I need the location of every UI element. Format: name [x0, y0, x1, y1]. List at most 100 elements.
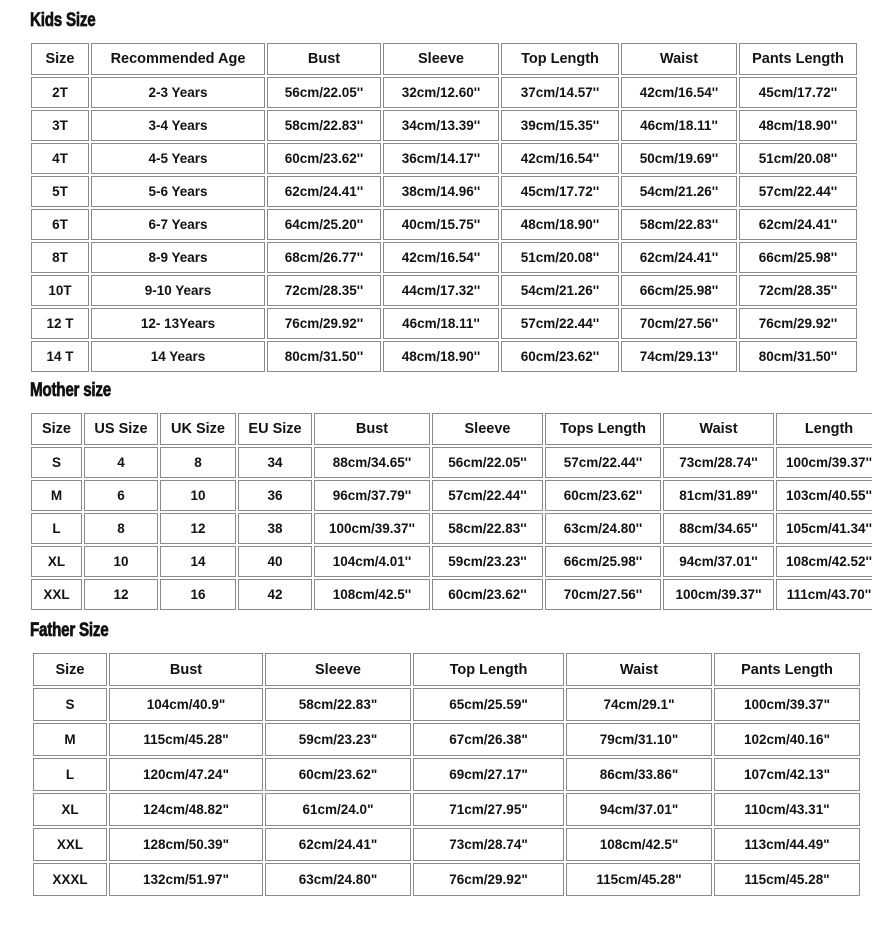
measurement-cell: 74cm/29.1" — [566, 688, 712, 721]
measurement-cell: 62cm/24.41'' — [621, 242, 737, 273]
measurement-cell: 6 — [84, 480, 158, 511]
measurement-cell: 115cm/45.28" — [109, 723, 263, 756]
column-header: Bust — [267, 43, 381, 75]
measurement-cell: 12- 13Years — [91, 308, 265, 339]
measurement-cell: 110cm/43.31" — [714, 793, 860, 826]
measurement-cell: 12 — [84, 579, 158, 610]
measurement-cell: 5-6 Years — [91, 176, 265, 207]
measurement-cell: 63cm/24.80'' — [545, 513, 661, 544]
size-chart-page: Kids Size Size Recommended Age Bust Slee… — [0, 0, 872, 926]
measurement-cell: 113cm/44.49" — [714, 828, 860, 861]
measurement-cell: 66cm/25.98'' — [739, 242, 857, 273]
measurement-cell: 81cm/31.89'' — [663, 480, 774, 511]
measurement-cell: 14 — [160, 546, 236, 577]
size-cell: 4T — [31, 143, 89, 174]
size-cell: S — [31, 447, 82, 478]
measurement-cell: 66cm/25.98'' — [621, 275, 737, 306]
size-cell: XL — [33, 793, 107, 826]
table-row: XL 124cm/48.82" 61cm/24.0" 71cm/27.95" 94cm/… — [33, 793, 860, 826]
size-cell: 2T — [31, 77, 89, 108]
measurement-cell: 32cm/12.60'' — [383, 77, 499, 108]
measurement-cell: 48cm/18.90'' — [501, 209, 619, 240]
mother-size-title: Mother size — [30, 380, 112, 402]
measurement-cell: 46cm/18.11'' — [383, 308, 499, 339]
measurement-cell: 103cm/40.55'' — [776, 480, 872, 511]
kids-size-title: Kids Size — [30, 10, 96, 32]
father-size-table: Size Bust Sleeve Top Length Waist Pants … — [31, 651, 862, 898]
measurement-cell: 60cm/23.62'' — [267, 143, 381, 174]
measurement-cell: 8-9 Years — [91, 242, 265, 273]
table-row: 14 T 14 Years 80cm/31.50'' 48cm/18.90'' 60cm… — [31, 341, 857, 372]
section-kids-size: Kids Size Size Recommended Age Bust Slee… — [0, 10, 872, 374]
size-cell: 12 T — [31, 308, 89, 339]
father-table-body: S 104cm/40.9" 58cm/22.83" 65cm/25.59" 74cm/2… — [33, 688, 860, 896]
measurement-cell: 108cm/42.5'' — [314, 579, 430, 610]
measurement-cell: 4 — [84, 447, 158, 478]
measurement-cell: 100cm/39.37'' — [314, 513, 430, 544]
measurement-cell: 58cm/22.83'' — [621, 209, 737, 240]
column-header: Size — [31, 43, 89, 75]
measurement-cell: 38cm/14.96'' — [383, 176, 499, 207]
measurement-cell: 57cm/22.44'' — [501, 308, 619, 339]
size-cell: XXXL — [33, 863, 107, 896]
measurement-cell: 46cm/18.11'' — [621, 110, 737, 141]
measurement-cell: 68cm/26.77'' — [267, 242, 381, 273]
measurement-cell: 45cm/17.72'' — [501, 176, 619, 207]
table-row: 5T 5-6 Years 62cm/24.41'' 38cm/14.96'' 45cm/… — [31, 176, 857, 207]
measurement-cell: 6-7 Years — [91, 209, 265, 240]
table-row: XL 10 14 40 104cm/4.01'' 59cm/23.23'' 66cm/25.… — [31, 546, 872, 577]
measurement-cell: 100cm/39.37'' — [663, 579, 774, 610]
measurement-cell: 56cm/22.05'' — [267, 77, 381, 108]
measurement-cell: 42 — [238, 579, 312, 610]
table-row: S 104cm/40.9" 58cm/22.83" 65cm/25.59" 74cm/2… — [33, 688, 860, 721]
measurement-cell: 70cm/27.56'' — [545, 579, 661, 610]
column-header: Size — [33, 653, 107, 686]
column-header: Waist — [663, 413, 774, 445]
table-row: M 115cm/45.28" 59cm/23.23" 67cm/26.38" 79cm/… — [33, 723, 860, 756]
table-header-row: Size Recommended Age Bust Sleeve Top Len… — [31, 43, 857, 75]
father-size-title: Father Size — [30, 620, 109, 642]
measurement-cell: 132cm/51.97" — [109, 863, 263, 896]
size-cell: 14 T — [31, 341, 89, 372]
measurement-cell: 8 — [84, 513, 158, 544]
size-cell: 5T — [31, 176, 89, 207]
measurement-cell: 42cm/16.54'' — [383, 242, 499, 273]
measurement-cell: 44cm/17.32'' — [383, 275, 499, 306]
measurement-cell: 65cm/25.59" — [413, 688, 564, 721]
measurement-cell: 57cm/22.44'' — [739, 176, 857, 207]
measurement-cell: 100cm/39.37" — [714, 688, 860, 721]
column-header: Waist — [566, 653, 712, 686]
measurement-cell: 86cm/33.86" — [566, 758, 712, 791]
measurement-cell: 104cm/40.9" — [109, 688, 263, 721]
table-row: S 4 8 34 88cm/34.65'' 56cm/22.05'' 57cm/22.44'… — [31, 447, 872, 478]
measurement-cell: 48cm/18.90'' — [739, 110, 857, 141]
measurement-cell: 79cm/31.10" — [566, 723, 712, 756]
measurement-cell: 105cm/41.34'' — [776, 513, 872, 544]
size-cell: XXL — [33, 828, 107, 861]
measurement-cell: 104cm/4.01'' — [314, 546, 430, 577]
measurement-cell: 88cm/34.65'' — [663, 513, 774, 544]
measurement-cell: 60cm/23.62'' — [432, 579, 543, 610]
column-header: EU Size — [238, 413, 312, 445]
table-row: M 6 10 36 96cm/37.79'' 57cm/22.44'' 60cm/23.62… — [31, 480, 872, 511]
measurement-cell: 69cm/27.17" — [413, 758, 564, 791]
measurement-cell: 111cm/43.70'' — [776, 579, 872, 610]
measurement-cell: 14 Years — [91, 341, 265, 372]
kids-size-table: Size Recommended Age Bust Sleeve Top Len… — [29, 41, 859, 374]
table-row: XXXL 132cm/51.97" 63cm/24.80" 76cm/29.92" 11… — [33, 863, 860, 896]
measurement-cell: 66cm/25.98'' — [545, 546, 661, 577]
size-cell: 3T — [31, 110, 89, 141]
measurement-cell: 57cm/22.44'' — [545, 447, 661, 478]
measurement-cell: 16 — [160, 579, 236, 610]
measurement-cell: 56cm/22.05'' — [432, 447, 543, 478]
size-cell: S — [33, 688, 107, 721]
column-header: Bust — [314, 413, 430, 445]
measurement-cell: 8 — [160, 447, 236, 478]
size-cell: 8T — [31, 242, 89, 273]
column-header: Top Length — [413, 653, 564, 686]
measurement-cell: 36cm/14.17'' — [383, 143, 499, 174]
measurement-cell: 58cm/22.83" — [265, 688, 411, 721]
kids-table-body: 2T 2-3 Years 56cm/22.05'' 32cm/12.60'' 37cm/… — [31, 77, 857, 372]
measurement-cell: 62cm/24.41" — [265, 828, 411, 861]
measurement-cell: 76cm/29.92" — [413, 863, 564, 896]
